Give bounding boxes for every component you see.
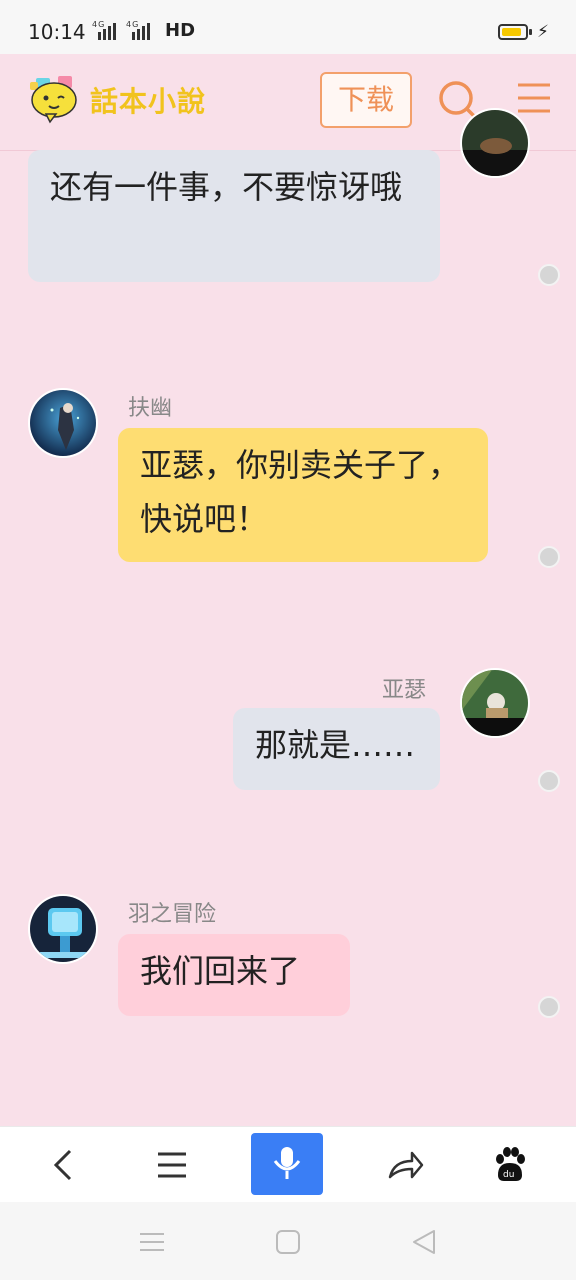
status-time: 10:14	[28, 20, 86, 44]
svg-text:4G: 4G	[126, 20, 139, 29]
message-indicator	[538, 546, 560, 568]
message-bubble: 亚瑟，你别卖关子了，快说吧！	[118, 428, 488, 562]
home-icon[interactable]	[274, 1228, 302, 1256]
message-text: 那就是……	[255, 726, 416, 764]
avatar[interactable]	[28, 388, 98, 458]
system-nav-bar	[0, 1202, 576, 1280]
baidu-paw-icon[interactable]: du	[490, 1145, 530, 1185]
signal-icon: 4G 4G	[92, 18, 158, 48]
charging-icon: ⚡	[537, 22, 549, 42]
avatar[interactable]	[460, 668, 530, 738]
message-indicator	[538, 770, 560, 792]
battery-icon	[498, 24, 528, 40]
download-button[interactable]: 下载	[320, 72, 412, 128]
battery-fill	[502, 28, 521, 36]
message-text: 还有一件事，不要惊讶哦	[50, 168, 403, 206]
menu-lines-icon[interactable]	[152, 1145, 192, 1185]
battery-tip	[529, 29, 532, 35]
speaker-name: 亚瑟	[382, 678, 427, 703]
microphone-icon	[273, 1147, 301, 1179]
logo-text: 話本小說	[90, 85, 207, 118]
avatar[interactable]	[460, 108, 530, 178]
recent-apps-icon[interactable]	[138, 1228, 166, 1256]
svg-text:du: du	[503, 1170, 514, 1180]
share-icon[interactable]	[384, 1145, 424, 1185]
back-triangle-icon[interactable]	[410, 1228, 438, 1256]
message-text: 我们回来了	[140, 952, 301, 990]
speaker-name: 羽之冒险	[128, 902, 217, 927]
svg-text:4G: 4G	[92, 20, 105, 29]
voice-button[interactable]	[251, 1133, 323, 1195]
logo-icon	[30, 76, 77, 124]
message-indicator	[538, 996, 560, 1018]
message-bubble: 那就是……	[233, 708, 440, 790]
message-bubble: 还有一件事，不要惊讶哦	[28, 150, 440, 282]
bottom-toolbar: du	[0, 1126, 576, 1203]
status-bar: 10:14 4G 4G HD ⚡	[0, 0, 576, 60]
message-bubble: 我们回来了	[118, 934, 350, 1016]
back-icon[interactable]	[44, 1145, 84, 1185]
hd-indicator: HD	[165, 20, 196, 41]
menu-icon[interactable]	[516, 80, 552, 116]
message-indicator	[538, 264, 560, 286]
speaker-name: 扶幽	[128, 396, 173, 421]
message-text: 亚瑟，你别卖关子了，快说吧！	[140, 446, 461, 538]
avatar[interactable]	[28, 894, 98, 964]
